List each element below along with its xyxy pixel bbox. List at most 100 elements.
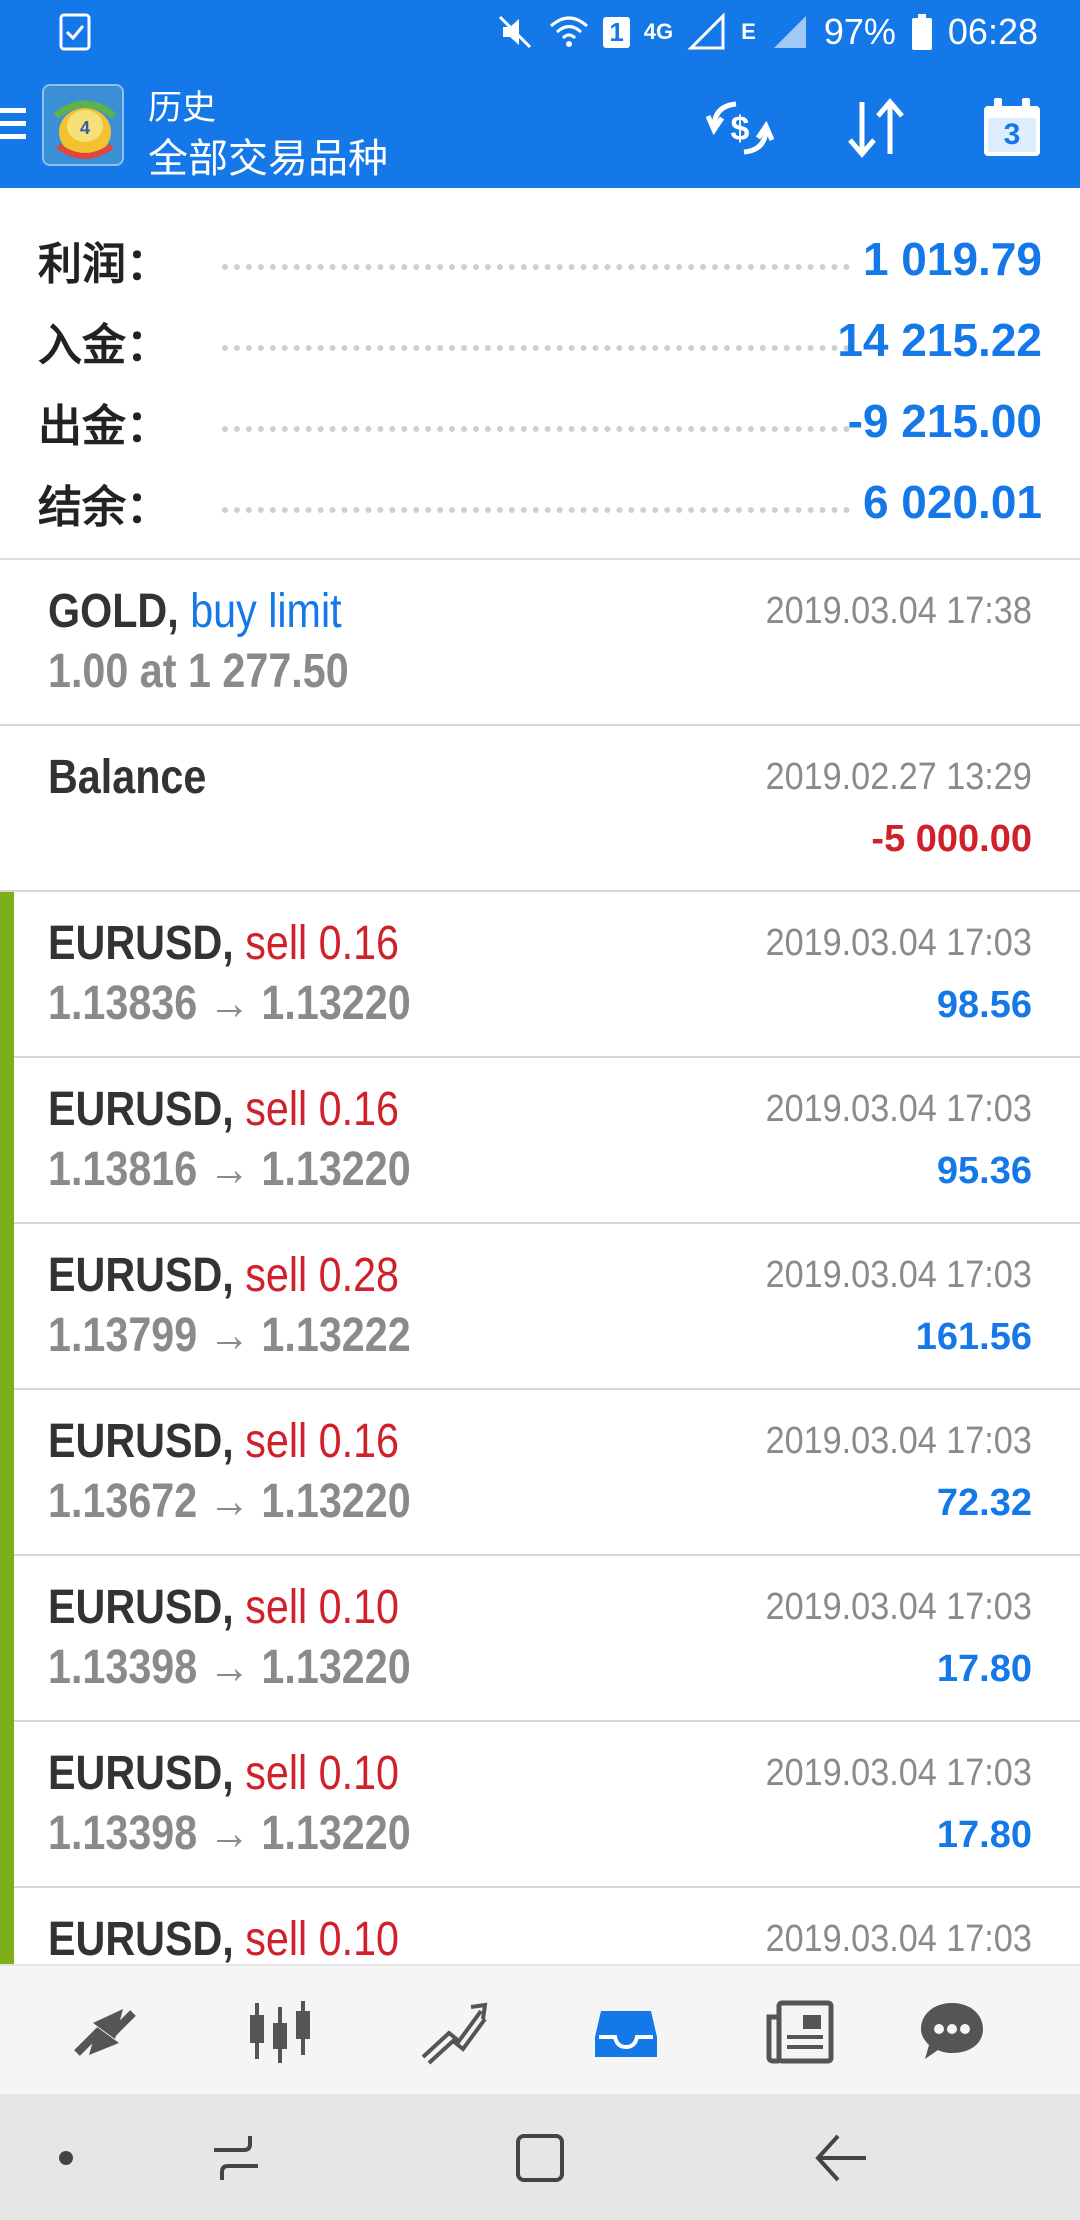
history-record[interactable]: EURUSD, sell 0.10 2019.03.04 17:03 (0, 1888, 1080, 1964)
app-logo[interactable]: 4 (42, 84, 124, 166)
recents-button[interactable] (204, 2126, 268, 2190)
position-stripe (0, 1888, 14, 1964)
position-stripe (0, 1556, 14, 1722)
record-symbol: EURUSD, (48, 1747, 234, 1800)
bottom-nav (0, 1964, 1080, 2094)
record-prices: 1.13672 → 1.13220 (48, 1475, 411, 1528)
sort-icon (848, 98, 904, 158)
summary-row-withdrawal: 出金： -9 215.00 (0, 376, 1080, 456)
nav-history[interactable] (582, 1988, 670, 2076)
leader-dots (222, 426, 850, 432)
home-icon (516, 2134, 564, 2182)
nav-trade[interactable] (410, 1988, 498, 2076)
history-record[interactable]: EURUSD, sell 0.16 1.13816 → 1.13220 2019.0… (0, 1058, 1080, 1224)
summary-label: 出金： (38, 401, 170, 452)
home-button[interactable] (508, 2126, 572, 2190)
record-symbol: GOLD, (48, 585, 179, 638)
record-prices: 1.13799 → 1.13222 (48, 1309, 411, 1362)
nav-quotes[interactable] (62, 1988, 150, 2076)
record-action: sell 0.16 (233, 917, 400, 970)
history-record[interactable]: EURUSD, sell 0.10 1.13398 → 1.13220 2019.0… (0, 1556, 1080, 1722)
svg-text:4: 4 (80, 118, 90, 138)
menu-icon[interactable] (0, 100, 28, 148)
record-profit: 161.56 (915, 1316, 1032, 1358)
summary-label: 入金： (38, 320, 170, 371)
nav-charts[interactable] (236, 1988, 324, 2076)
record-action: sell 0.10 (233, 1581, 400, 1634)
record-title: Balance (48, 750, 206, 805)
trade-icon (421, 2002, 488, 2065)
record-action: sell 0.28 (233, 1249, 400, 1302)
record-title: EURUSD, sell 0.16 (48, 1414, 399, 1469)
record-profit: 72.32 (936, 1482, 1032, 1524)
record-title: EURUSD, sell 0.16 (48, 916, 399, 971)
leader-dots (222, 264, 850, 270)
history-record[interactable]: EURUSD, sell 0.16 1.13836 → 1.13220 2019.0… (0, 892, 1080, 1058)
record-symbol: EURUSD, (48, 1913, 234, 1964)
task-icon (58, 12, 92, 52)
position-stripe (0, 1722, 14, 1888)
news-icon (766, 2000, 834, 2064)
summary-row-balance: 结余： 6 020.01 (0, 457, 1080, 537)
record-datetime: 2019.03.04 17:03 (765, 1752, 1032, 1794)
position-stripe (0, 1390, 14, 1556)
summary-row-deposit: 入金： 14 215.22 (0, 295, 1080, 375)
record-symbol: EURUSD, (48, 1581, 234, 1634)
record-datetime: 2019.03.04 17:03 (765, 1254, 1032, 1296)
summary-value: 6 020.01 (862, 476, 1042, 528)
history-record[interactable]: EURUSD, sell 0.16 1.13672 → 1.13220 2019.0… (0, 1390, 1080, 1556)
record-symbol: EURUSD, (48, 917, 234, 970)
summary-row-profit: 利润： 1 019.79 (0, 214, 1080, 294)
record-action: sell 0.16 (233, 1415, 400, 1468)
mute-icon (495, 12, 535, 52)
record-profit: 17.80 (936, 1648, 1032, 1690)
history-record[interactable]: EURUSD, sell 0.28 1.13799 → 1.13222 2019.0… (0, 1224, 1080, 1390)
record-datetime: 2019.03.04 17:03 (765, 1918, 1032, 1960)
currency-filter-button[interactable]: $ (698, 86, 782, 170)
system-nav-bar (0, 2094, 1080, 2220)
record-action: sell 0.16 (233, 1083, 400, 1136)
symbol-filter[interactable]: 全部交易品种 (148, 126, 388, 184)
nav-news[interactable] (756, 1988, 844, 2076)
back-icon (815, 2134, 866, 2182)
record-datetime: 2019.03.04 17:03 (765, 1088, 1032, 1130)
record-datetime: 2019.03.04 17:03 (765, 1586, 1032, 1628)
record-prices: 1.13398 → 1.13220 (48, 1807, 411, 1860)
record-prices: 1.13836 → 1.13220 (48, 977, 411, 1030)
sim-badge: 1 (603, 16, 630, 48)
summary-value: 1 019.79 (862, 233, 1042, 285)
record-symbol: EURUSD, (48, 1249, 234, 1302)
nav-chat[interactable] (908, 1988, 996, 2076)
calendar-day: 3 (1003, 118, 1021, 151)
record-prices: 1.00 at 1 277.50 (48, 645, 349, 698)
record-title: EURUSD, sell 0.28 (48, 1248, 399, 1303)
history-list[interactable]: GOLD, buy limit 1.00 at 1 277.50 2019.03.0… (0, 560, 1080, 1964)
chat-icon (921, 2003, 983, 2059)
record-action: buy limit (178, 585, 342, 638)
record-title: EURUSD, sell 0.10 (48, 1912, 399, 1964)
record-title: EURUSD, sell 0.16 (48, 1082, 399, 1137)
signal-bars-icon (770, 12, 810, 52)
wifi-icon (549, 12, 589, 52)
position-stripe (0, 1224, 14, 1390)
period-button[interactable]: 3 (970, 86, 1054, 170)
history-record[interactable]: Balance 2019.02.27 13:29 -5 000.00 (0, 726, 1080, 892)
signal-letter: E (741, 19, 756, 44)
position-stripe (0, 1058, 14, 1224)
history-record[interactable]: GOLD, buy limit 1.00 at 1 277.50 2019.03.0… (0, 560, 1080, 726)
record-prices: 1.13398 → 1.13220 (48, 1641, 411, 1694)
record-symbol: EURUSD, (48, 1415, 234, 1468)
record-profit: -5 000.00 (871, 818, 1032, 860)
sort-button[interactable] (834, 86, 918, 170)
quotes-icon (74, 2009, 136, 2056)
nav-dot-button[interactable] (34, 2126, 98, 2190)
record-title: EURUSD, sell 0.10 (48, 1580, 399, 1635)
record-datetime: 2019.03.04 17:03 (765, 1420, 1032, 1462)
back-button[interactable] (810, 2126, 874, 2190)
history-record[interactable]: EURUSD, sell 0.10 1.13398 → 1.13220 2019.0… (0, 1722, 1080, 1888)
status-bar: 1 4G E 97% 06:28 (0, 0, 1080, 64)
screen-title: 历史 (148, 88, 216, 128)
dot-icon (59, 2151, 73, 2165)
clock: 06:28 (947, 11, 1038, 52)
recents-icon (214, 2136, 258, 2180)
